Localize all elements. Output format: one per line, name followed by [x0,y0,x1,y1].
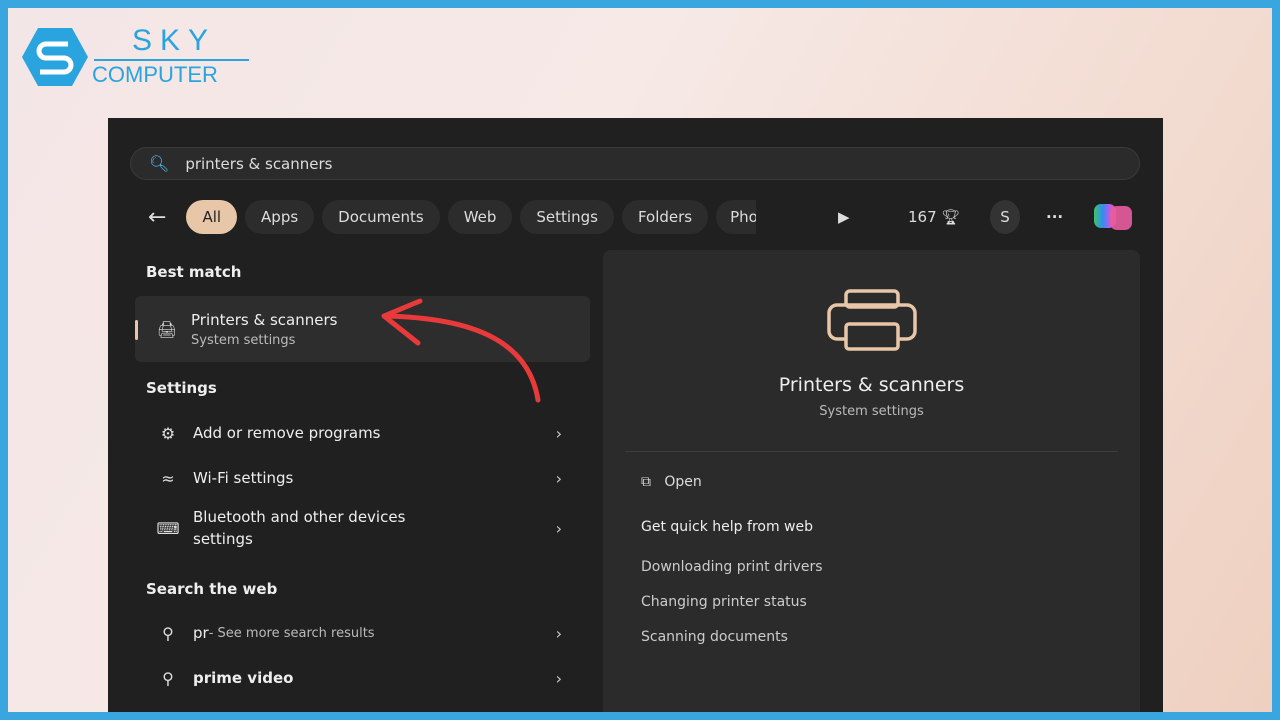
filter-documents[interactable]: Documents [322,200,440,234]
help-link[interactable]: Downloading print drivers [641,559,823,575]
start-search-panel: 🔍︎ printers & scanners ← All Apps Docume… [108,118,1163,712]
query: pr [193,624,209,642]
quick-help-header: Get quick help from web [641,519,813,535]
logo-sky: SKY [132,24,217,57]
query: prime video [193,669,294,687]
setting-wifi[interactable]: ≈ Wi-Fi settings › [135,458,590,498]
play-more-filters-icon[interactable]: ▶ [838,200,850,234]
search-web-header: Search the web [146,580,278,598]
web-result-pr[interactable]: ⚲ pr - See more search results › [135,613,590,653]
open-external-icon: ⧉ [641,474,651,490]
printer-large-icon [827,289,917,351]
best-title: Printers & scanners [191,310,338,329]
logo-icon [22,28,88,86]
filter-bar: ← All Apps Documents Web Settings Folder… [148,200,764,234]
gear-icon: ⚙ [160,423,176,443]
filter-all[interactable]: All [186,200,238,234]
filter-settings[interactable]: Settings [520,200,614,234]
points-value: 167 [908,208,937,226]
more-options-icon[interactable]: ··· [1046,200,1063,234]
item-label: Bluetooth and other devices settings [193,508,406,548]
red-annotation-arrow [381,298,541,403]
best-match-header: Best match [146,263,242,281]
filter-web[interactable]: Web [447,200,513,234]
search-icon: 🔍︎ [149,154,170,173]
search-icon: ⚲ [162,668,174,688]
wifi-icon: ≈ [161,468,175,488]
preview-title: Printers & scanners [778,374,965,396]
item-label: Wi-Fi settings [193,469,294,487]
divider [625,451,1118,452]
bluetooth-devices-icon: ⌨ [156,518,180,538]
logo-computer: COMPUTER [92,62,218,87]
open-label: Open [664,474,702,490]
web-result-prime-video[interactable]: ⚲ prime video › [135,658,590,698]
rewards-points[interactable]: 167 🏆︎ [908,200,960,234]
preview-pane: Printers & scanners System settings ⧉ Op… [603,250,1140,712]
printer-icon: 🖨︎ [156,319,178,339]
trophy-icon: 🏆︎ [941,208,961,226]
preview-subtitle: System settings [819,404,924,419]
back-arrow-icon[interactable]: ← [148,205,166,230]
selection-indicator [135,320,138,340]
chevron-right-icon: › [555,623,562,643]
setting-add-remove-programs[interactable]: ⚙ Add or remove programs › [135,413,590,453]
filter-photos[interactable]: Pho [716,200,757,234]
chevron-right-icon: › [555,518,562,538]
best-subtitle: System settings [191,332,296,348]
item-label: Add or remove programs [193,424,381,442]
avatar[interactable]: S [990,200,1020,234]
help-link[interactable]: Scanning documents [641,629,788,645]
chevron-right-icon: › [555,468,562,488]
filter-folders[interactable]: Folders [621,200,709,234]
filter-apps[interactable]: Apps [245,200,315,234]
copilot-icon[interactable] [1092,200,1134,234]
search-icon: ⚲ [162,623,174,643]
settings-header: Settings [146,379,217,397]
query-suffix: - See more search results [208,625,375,641]
setting-bluetooth[interactable]: ⌨ Bluetooth and other devices settings › [135,503,590,553]
search-value: printers & scanners [185,154,333,173]
chevron-right-icon: › [555,423,562,443]
chevron-right-icon: › [555,668,562,688]
search-input[interactable]: 🔍︎ printers & scanners [130,147,1140,180]
open-action[interactable]: ⧉ Open [641,474,702,490]
help-link[interactable]: Changing printer status [641,594,807,610]
logo-divider [94,59,249,61]
sky-computer-logo: SKY COMPUTER [22,24,249,94]
